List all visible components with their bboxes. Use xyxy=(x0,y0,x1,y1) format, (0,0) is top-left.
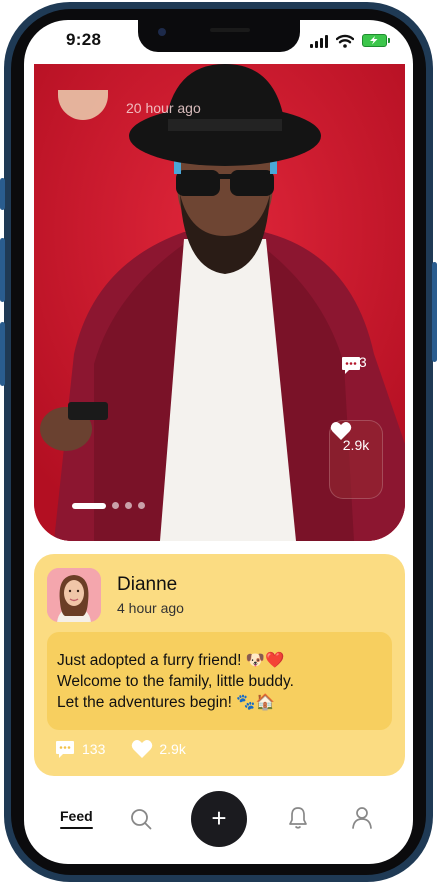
add-post-button[interactable]: + xyxy=(191,791,247,847)
speaker-grille xyxy=(210,28,250,32)
status-time: 9:28 xyxy=(66,30,102,49)
author-name[interactable]: Dianne xyxy=(117,574,177,596)
wifi-icon xyxy=(336,34,354,48)
front-camera xyxy=(158,28,166,36)
volume-down-button xyxy=(0,322,5,386)
post-message: Just adopted a furry friend! 🐶❤️ Welcome… xyxy=(47,632,392,730)
phone-screen: 9:28 20 hour ago 2.9k Dianne 4 hour ago … xyxy=(24,20,413,864)
heart-icon xyxy=(330,422,352,440)
carousel-dot[interactable] xyxy=(125,502,132,509)
active-tab-indicator xyxy=(60,827,93,829)
bottom-nav: Feed + xyxy=(24,784,413,864)
carousel-dot[interactable] xyxy=(112,502,119,509)
author-avatar[interactable] xyxy=(47,568,101,622)
post-time-ago: 20 hour ago xyxy=(126,100,201,116)
bell-icon[interactable] xyxy=(287,806,309,830)
carousel-indicator[interactable] xyxy=(72,502,145,509)
tab-feed[interactable]: Feed xyxy=(60,808,93,824)
post-stats: 133 2.9k xyxy=(54,738,212,760)
battery-tip xyxy=(388,38,390,43)
status-bar: 9:28 xyxy=(24,20,413,64)
volume-up-button xyxy=(0,238,5,302)
comments-count: 133 xyxy=(82,741,106,757)
like-button[interactable]: 2.9k xyxy=(329,420,383,499)
post-time-ago: 4 hour ago xyxy=(117,600,184,616)
message-line: Just adopted a furry friend! 🐶❤️ xyxy=(57,652,285,669)
text-post-card[interactable]: Dianne 4 hour ago Just adopted a furry f… xyxy=(34,554,405,776)
message-line: Let the adventures begin! 🐾🏠 xyxy=(57,694,275,711)
mute-switch xyxy=(0,178,5,210)
battery-icon xyxy=(362,34,387,47)
search-icon[interactable] xyxy=(130,808,152,830)
comment-icon xyxy=(56,741,74,758)
comments-stat[interactable]: 133 xyxy=(340,354,370,374)
carousel-dot[interactable] xyxy=(138,502,145,509)
profile-icon[interactable] xyxy=(351,806,373,830)
likes-count: 2.9k xyxy=(159,741,186,757)
carousel-dot-active[interactable] xyxy=(72,502,106,509)
heart-icon xyxy=(132,740,153,758)
power-button xyxy=(432,262,437,362)
message-line: Welcome to the family, little buddy. xyxy=(57,673,294,690)
comment-icon xyxy=(342,357,360,374)
like-button[interactable]: 2.9k xyxy=(131,739,186,759)
comments-stat[interactable]: 133 xyxy=(54,738,105,760)
post-photo[interactable]: 20 hour ago 133 2.9k xyxy=(34,64,405,541)
notch xyxy=(138,20,300,52)
